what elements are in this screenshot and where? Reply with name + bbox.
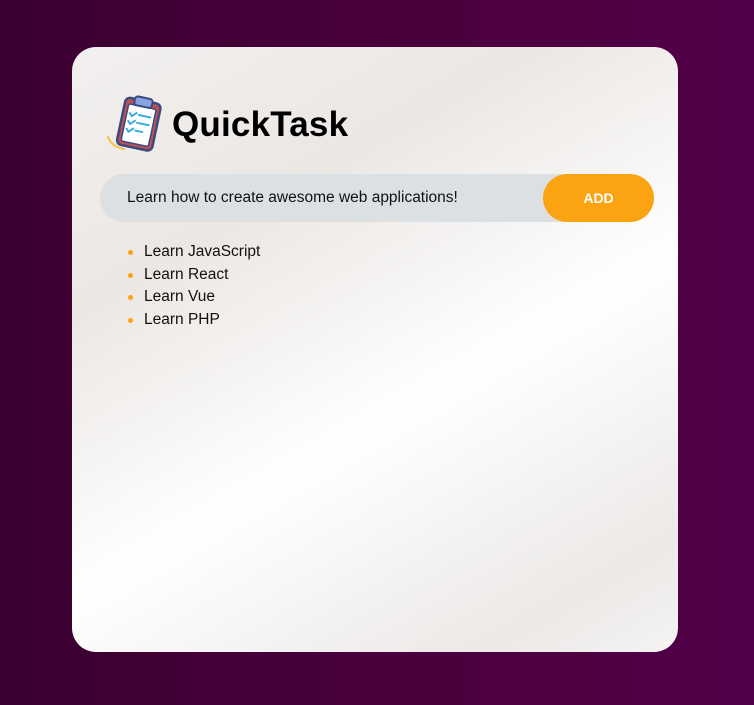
task-label: Learn JavaScript	[144, 243, 261, 260]
task-label: Learn React	[144, 265, 229, 283]
task-list: Learn JavaScript Learn React Learn Vue L…	[128, 241, 260, 331]
task-item[interactable]: Learn JavaScript	[128, 241, 260, 264]
task-input[interactable]	[100, 174, 544, 222]
add-button[interactable]: ADD	[543, 174, 654, 222]
task-item[interactable]: Learn PHP	[128, 309, 260, 332]
clipboard-checklist-icon	[106, 95, 162, 152]
task-label: Learn Vue	[144, 288, 215, 305]
bullet-icon	[128, 317, 133, 323]
task-item[interactable]: Learn React	[128, 264, 260, 287]
task-item[interactable]: Learn Vue	[128, 286, 260, 309]
add-task-row: ADD	[100, 174, 654, 222]
bullet-icon	[128, 272, 133, 278]
todo-card: QuickTask ADD Learn JavaScript Learn Rea…	[72, 47, 678, 652]
bullet-icon	[128, 250, 133, 255]
task-label: Learn PHP	[144, 310, 220, 328]
app-title: QuickTask	[172, 105, 349, 144]
bullet-icon	[128, 295, 133, 300]
app-header: QuickTask	[104, 93, 348, 157]
